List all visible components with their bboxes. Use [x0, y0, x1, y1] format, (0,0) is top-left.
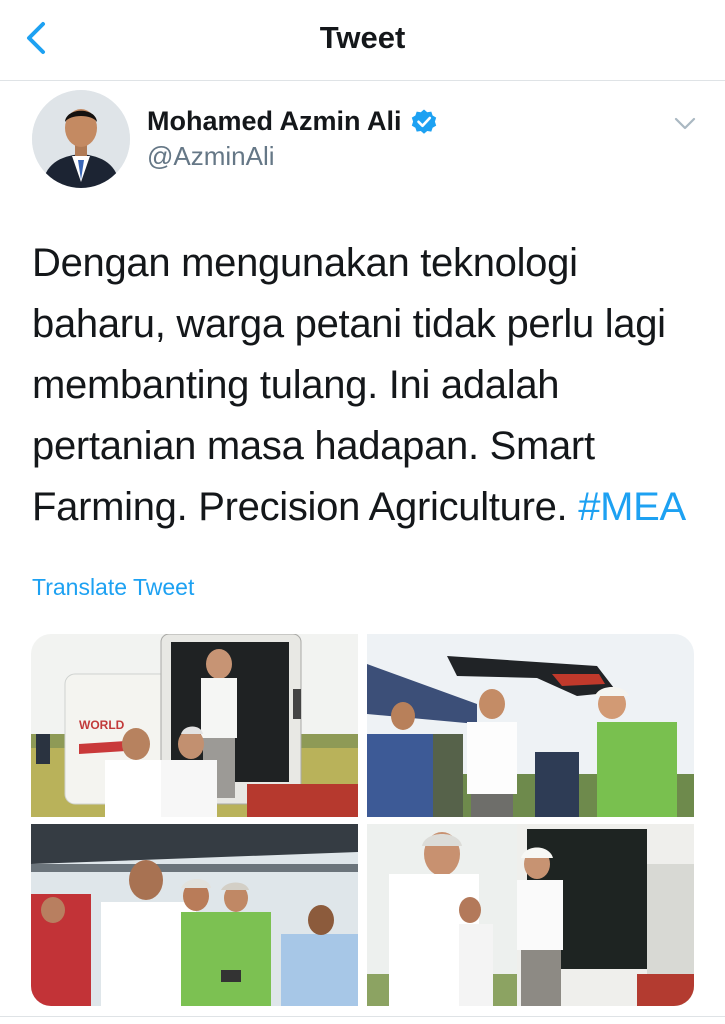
- verified-badge-icon: [411, 109, 436, 134]
- top-bar: Tweet: [0, 0, 725, 81]
- more-options-button[interactable]: [672, 110, 698, 136]
- avatar[interactable]: [32, 90, 130, 188]
- tweet-text: Dengan mengunakan teknologi baharu, warg…: [32, 233, 692, 538]
- avatar-image: [32, 90, 130, 188]
- bottom-divider: [0, 1016, 725, 1017]
- author-name-row[interactable]: Mohamed Azmin Ali: [147, 106, 438, 137]
- translate-tweet-link[interactable]: Translate Tweet: [32, 574, 194, 601]
- photo-combine-harvester-cabin[interactable]: WORLD: [31, 634, 358, 817]
- chevron-down-icon: [674, 117, 696, 130]
- author-handle[interactable]: @AzminAli: [147, 141, 275, 172]
- photo-crowd-with-remote[interactable]: [31, 824, 358, 1006]
- author-name: Mohamed Azmin Ali: [147, 106, 402, 136]
- photo-drone-handover[interactable]: [367, 634, 694, 817]
- page-title: Tweet: [319, 20, 406, 55]
- tweet-body: Dengan mengunakan teknologi baharu, warg…: [32, 241, 666, 529]
- media-grid: WORLD: [31, 634, 694, 1006]
- hashtag-link[interactable]: #MEA: [578, 485, 686, 529]
- svg-text:WORLD: WORLD: [79, 718, 125, 732]
- photo-handshake-at-harvester[interactable]: [367, 824, 694, 1006]
